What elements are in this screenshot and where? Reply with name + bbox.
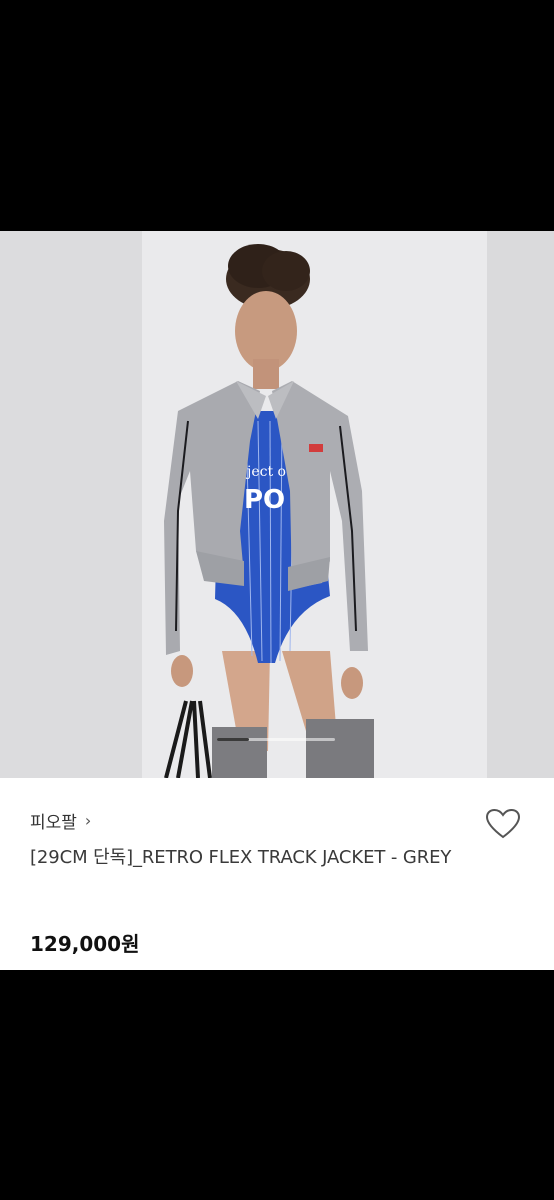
bodysuit-print-top: ject o xyxy=(245,464,286,480)
chevron-right-icon: › xyxy=(84,811,92,830)
heart-outline-icon xyxy=(485,808,521,839)
screen: ject o PO 피오팔 › [29CM 단독]_RETRO FLEX TRA… xyxy=(0,0,554,1200)
carousel-indicator-thumb xyxy=(217,738,249,741)
model-photo: ject o PO xyxy=(0,231,554,778)
brand-link[interactable]: 피오팔 › xyxy=(30,808,91,833)
product-price: 129,000원 xyxy=(30,932,140,956)
favorite-button[interactable] xyxy=(484,806,522,842)
product-title: [29CM 단독]_RETRO FLEX TRACK JACKET - GREY xyxy=(30,847,452,868)
brand-name: 피오팔 xyxy=(30,813,77,833)
bodysuit-print-bottom: PO xyxy=(244,485,285,515)
product-image[interactable]: ject o PO xyxy=(0,231,554,778)
carousel-indicator xyxy=(217,738,335,741)
